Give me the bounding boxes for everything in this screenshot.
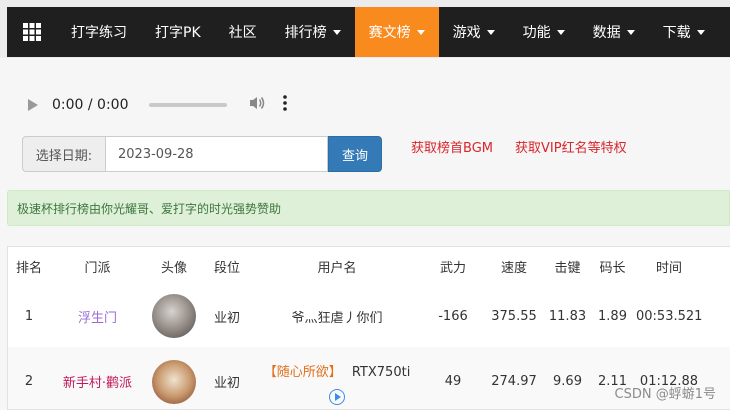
nav-typing-practice[interactable]: 打字练习 xyxy=(57,7,141,57)
cell-power: 49 xyxy=(423,347,483,409)
cell-sect-link[interactable]: 浮生门 xyxy=(50,285,145,347)
get-vip-link[interactable]: 获取VIP红名等特权 xyxy=(515,137,627,156)
nav-leaderboard[interactable]: 排行榜 xyxy=(271,7,355,57)
header-rank: 排名 xyxy=(15,260,42,276)
navbar-bar: 打字练习 打字PK 社区 排行榜 赛文榜 游戏 功能 数据 下载 xyxy=(7,7,730,57)
audio-player: 0:00 / 0:00 xyxy=(22,88,302,122)
header-username: 用户名 xyxy=(317,260,357,276)
nav-label: 功能 xyxy=(522,25,551,41)
header-code-length: 码长 xyxy=(599,260,626,276)
play-circle-icon[interactable] xyxy=(329,388,345,405)
audio-time: 0:00 / 0:00 xyxy=(52,97,129,113)
alert-text: 极速杯排行榜由你光耀哥、爱打字的时光强势赞助 xyxy=(17,201,282,216)
nav-label: 游戏 xyxy=(452,25,481,41)
play-icon[interactable] xyxy=(28,99,38,111)
cell-tier: 业初 xyxy=(213,310,240,326)
nav-label: 赛文榜 xyxy=(368,25,411,41)
avatar[interactable] xyxy=(152,294,196,338)
caret-down-icon xyxy=(696,29,705,35)
cell-username[interactable]: 【随心所欲】 RTX750ti xyxy=(251,347,423,409)
date-input[interactable] xyxy=(106,136,328,172)
username[interactable]: RTX750ti xyxy=(352,365,410,380)
nav-race-leaderboard[interactable]: 赛文榜 xyxy=(354,7,439,57)
header-speed: 速度 xyxy=(500,260,527,276)
cell-code-length: 1.89 xyxy=(598,308,627,324)
header-tier: 段位 xyxy=(213,260,240,276)
nav-label: 社区 xyxy=(228,25,257,41)
caret-down-icon xyxy=(416,29,425,35)
caret-down-icon xyxy=(486,29,495,35)
header-extra: 回 xyxy=(703,247,730,285)
user-tag: 【随心所欲】 xyxy=(263,365,342,380)
nav-typing-pk[interactable]: 打字PK xyxy=(141,7,215,57)
grid-menu-icon[interactable] xyxy=(7,7,57,57)
nav-features[interactable]: 功能 xyxy=(509,7,579,57)
cell-rank: 2 xyxy=(8,347,50,409)
caret-down-icon xyxy=(556,29,565,35)
cell-tier: 业初 xyxy=(203,347,251,409)
cell-avatar xyxy=(145,347,203,409)
nav-label: 打字练习 xyxy=(71,25,127,41)
header-time: 时间 xyxy=(655,260,682,276)
cell-username[interactable]: 爷灬狂虐丿你们 xyxy=(251,285,423,347)
cell-rank: 1 xyxy=(24,308,34,324)
watermark: CSDN @蜉蝣1号 xyxy=(614,387,716,402)
caret-down-icon xyxy=(626,29,635,35)
table-row[interactable]: 1 浮生门 业初 爷灬狂虐丿你们 -166 375.55 11.83 1.89 … xyxy=(8,285,730,347)
nav-games[interactable]: 游戏 xyxy=(439,7,509,57)
cell-time: 00:53.521 xyxy=(636,308,703,324)
cell-power: -166 xyxy=(438,308,468,324)
nav-label: 数据 xyxy=(592,25,621,41)
cell-speed: 274.97 xyxy=(483,347,545,409)
nav-label: 下载 xyxy=(662,25,691,41)
cell-extra xyxy=(703,285,730,347)
nav-label: 打字PK xyxy=(155,25,201,41)
nav-community[interactable]: 社区 xyxy=(215,7,271,57)
sponsor-alert: 极速杯排行榜由你光耀哥、爱打字的时光强势赞助 xyxy=(7,190,730,226)
header-power: 武力 xyxy=(439,260,466,276)
caret-down-icon xyxy=(332,29,341,35)
get-bgm-link[interactable]: 获取榜首BGM xyxy=(411,137,493,156)
more-options-icon[interactable] xyxy=(282,95,287,115)
navbar: 打字练习 打字PK 社区 排行榜 赛文榜 游戏 功能 数据 下载 xyxy=(0,0,730,58)
cell-keystroke: 9.69 xyxy=(545,347,590,409)
query-button[interactable]: 查询 xyxy=(328,136,382,172)
table-header-row: 排名 门派 头像 段位 用户名 武力 速度 击键 码长 时间 回 xyxy=(8,247,730,285)
cell-avatar xyxy=(145,285,203,347)
audio-progress-slider[interactable] xyxy=(148,103,227,107)
header-sect: 门派 xyxy=(84,260,111,276)
username[interactable]: 爷灬狂虐丿你们 xyxy=(291,311,382,326)
cell-keystroke: 11.83 xyxy=(548,308,587,324)
date-form: 选择日期: 查询 xyxy=(22,136,382,172)
avatar[interactable] xyxy=(152,359,196,404)
header-avatar: 头像 xyxy=(160,260,187,276)
header-keystroke: 击键 xyxy=(554,260,581,276)
cell-sect-link[interactable]: 新手村·鹳派 xyxy=(50,347,145,409)
volume-icon[interactable] xyxy=(249,96,265,114)
nav-label: 排行榜 xyxy=(284,25,327,41)
date-label: 选择日期: xyxy=(22,136,106,172)
nav-data[interactable]: 数据 xyxy=(579,7,649,57)
nav-download[interactable]: 下载 xyxy=(649,7,719,57)
cell-speed: 375.55 xyxy=(491,308,537,324)
